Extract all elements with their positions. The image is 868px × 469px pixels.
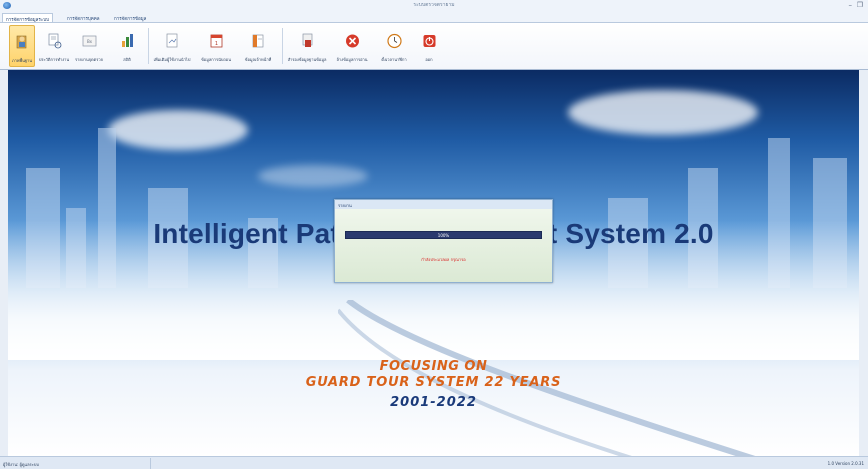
clock-icon <box>386 33 402 49</box>
ribbon-label: ข้อมูลการนับถอน <box>201 57 231 62</box>
ribbon-button-add-user[interactable]: เพิ่มเติมผู้ใช้งานนำไป <box>152 25 192 67</box>
ribbon-label: ประวัติการทำงาน <box>38 57 70 62</box>
progress-bar: 100% <box>345 231 542 239</box>
minimize-button[interactable]: – <box>849 1 853 10</box>
ribbon-label: ออก <box>425 57 433 62</box>
progress-dialog: รายงาน 100% กำลังประมวลผล กรุณารอ <box>334 199 553 283</box>
ribbon-tabs: การจัดการข้อมูลระบบ การจัดการบุคคล การจั… <box>0 12 868 23</box>
ribbon-button-base-image[interactable]: ภาพพื้นฐาน <box>9 25 35 67</box>
add-user-icon <box>166 33 177 48</box>
slogan-years: 2001-2022 <box>390 395 477 410</box>
ribbon-button-backup[interactable]: สำรองข้อมูลฐานข้อมูล <box>286 25 328 67</box>
tab-personnel[interactable]: การจัดการบุคคล <box>64 13 103 22</box>
slogan-line-2: GUARD TOUR SYSTEM 22 YEARS <box>305 375 562 390</box>
checkpoint-report-icon: Bx <box>82 35 96 47</box>
ribbon-button-exit[interactable]: ออก <box>416 25 442 67</box>
status-user: ผู้ใช้งาน: ผู้ดูแลระบบ <box>3 462 39 467</box>
svg-text:1: 1 <box>214 41 217 47</box>
ribbon-button-checkpoint-report[interactable]: Bx รายงานจุดตรวจ <box>74 25 104 67</box>
ribbon-button-calendar[interactable]: 1 ข้อมูลการนับถอน <box>196 25 236 67</box>
dialog-message: กำลังประมวลผล กรุณารอ <box>421 257 466 262</box>
ribbon-group-separator <box>148 28 149 64</box>
cloud <box>568 90 758 135</box>
ribbon-button-staff-info[interactable]: ข้อมูลเจ้าหน้าที่ <box>240 25 276 67</box>
ribbon-label: สำรองข้อมูลฐานข้อมูล <box>287 57 327 62</box>
status-divider <box>150 458 151 469</box>
statistics-icon <box>121 34 133 47</box>
ribbon-label: ภาพพื้นฐาน <box>11 58 33 63</box>
exit-icon <box>423 35 435 47</box>
ribbon-toolbar: ภาพพื้นฐาน ประวัติการทำงาน Bx รายงานจุดต… <box>0 22 868 70</box>
base-image-icon <box>16 35 26 49</box>
ribbon-label: ล้างข้อมูลการอ่าน <box>336 57 368 62</box>
ribbon-label: สถิติ <box>123 57 131 62</box>
progress-text: 100% <box>437 233 450 238</box>
restore-button[interactable]: ❐ <box>857 1 863 10</box>
ribbon-button-history[interactable]: ประวัติการทำงาน <box>38 25 70 67</box>
ribbon-button-statistics[interactable]: สถิติ <box>114 25 140 67</box>
ribbon-label: ข้อมูลเจ้าหน้าที่ <box>244 57 272 62</box>
history-icon <box>48 33 61 49</box>
status-bar: ผู้ใช้งาน: ผู้ดูแลระบบ 1.0 Version 2.0.3… <box>0 456 868 469</box>
tab-system-data[interactable]: การจัดการข้อมูลระบบ <box>2 13 53 23</box>
tab-data-management[interactable]: การจัดการข้อมูล <box>111 13 149 22</box>
clear-data-icon <box>345 34 359 48</box>
status-version: 1.0 Version 2.0.31 <box>827 461 864 466</box>
ribbon-label: ตั้งเวลานาฬิกา <box>381 57 407 62</box>
slogan-line-1: FOCUSING ON <box>379 359 488 374</box>
svg-text:Bx: Bx <box>86 39 92 44</box>
title-bar: ระบบตรวจตรายาม – ❐ <box>0 0 868 12</box>
cloud <box>258 165 368 187</box>
backup-icon <box>302 33 312 47</box>
calendar-icon: 1 <box>210 34 222 48</box>
ribbon-label: รายงานจุดตรวจ <box>75 57 103 62</box>
ribbon-group-separator <box>282 28 283 64</box>
window-title: ระบบตรวจตรายาม <box>413 2 455 8</box>
cloud <box>108 110 248 150</box>
dialog-title: รายงาน <box>335 200 552 209</box>
ribbon-button-clear-data[interactable]: ล้างข้อมูลการอ่าน <box>332 25 372 67</box>
ribbon-button-clock[interactable]: ตั้งเวลานาฬิกา <box>376 25 412 67</box>
ribbon-label: เพิ่มเติมผู้ใช้งานนำไป <box>153 57 191 62</box>
staff-info-icon <box>252 34 263 48</box>
